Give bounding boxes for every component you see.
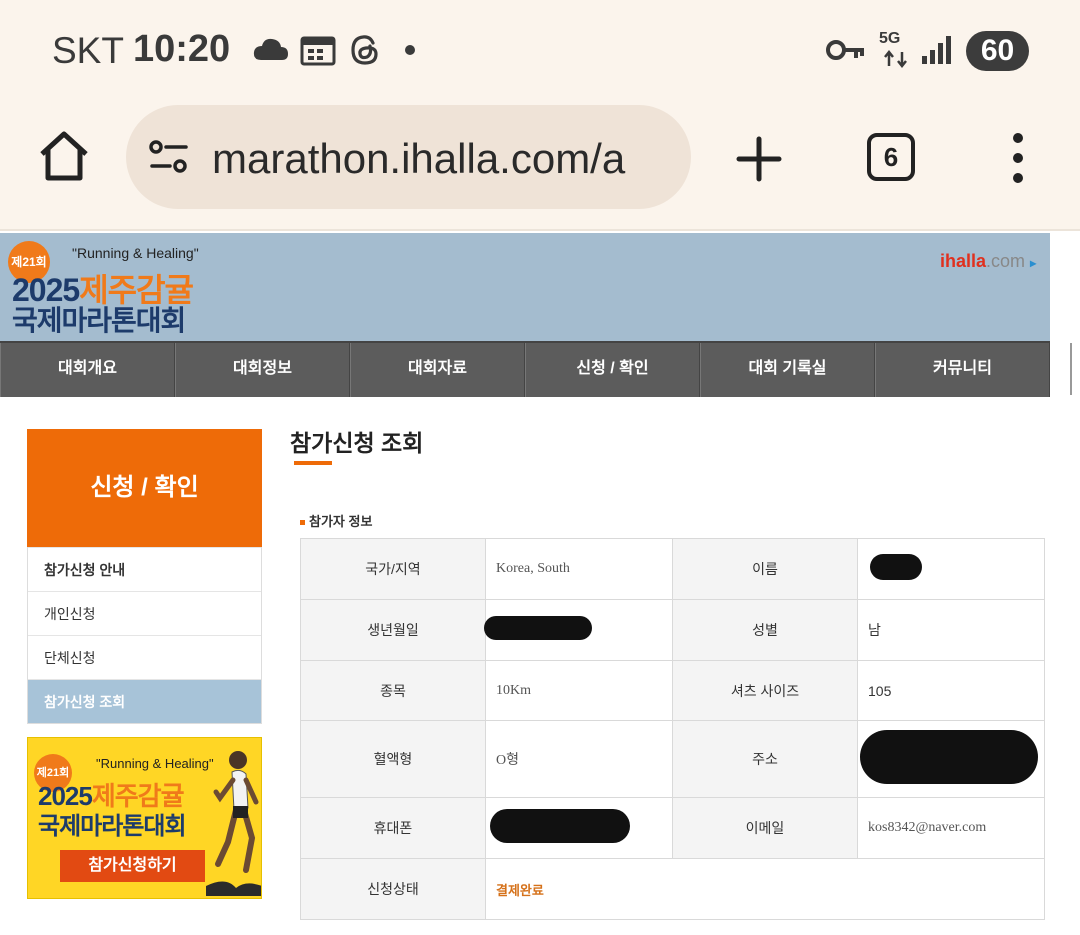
table-row: 혈액형 O형 주소 [300,720,1045,798]
page-title: 참가신청 조회 [290,430,424,456]
address-value [857,720,1045,798]
table-row: 휴대폰 이메일 kos8342@naver.com [300,797,1045,859]
title-underline [294,461,332,465]
apply-button[interactable]: 참가신청하기 [60,850,205,882]
logo-title-line2: 국제마라톤대회 [12,305,186,336]
gender-value: 남 [857,599,1045,661]
sidebar-item-group[interactable]: 단체신청 [28,635,261,679]
name-label: 이름 [672,538,858,600]
table-row: 종목 10Km 셔츠 사이즈 105 [300,660,1045,721]
site-header: 제21회 "Running & Healing" 2025제주감귤 국제마라톤대… [0,233,1050,341]
section-label: 참가자 정보 [300,511,372,530]
status-bar: SKT 10:20 5G 60 [0,0,1080,100]
nav-item-records[interactable]: 대회 기록실 [700,343,875,397]
email-label: 이메일 [672,797,858,859]
nav-item-overview[interactable]: 대회개요 [0,343,175,397]
promo-title-line2: 국제마라톤대회 [38,813,187,840]
home-icon[interactable] [36,128,92,184]
sidebar-item-guide[interactable]: 참가신청 안내 [28,547,261,591]
redaction-mark [490,808,630,843]
country-value: Korea, South [485,538,673,600]
main-nav: 대회개요 대회정보 대회자료 신청 / 확인 대회 기록실 커뮤니티 [0,341,1050,397]
network-type: 5G [879,30,901,47]
site-settings-icon[interactable] [148,139,190,175]
data-arrows-icon [884,50,907,68]
nav-item-registration[interactable]: 신청 / 확인 [525,343,700,397]
address-label: 주소 [672,720,858,798]
promo-slogan: "Running & Healing" [96,756,214,771]
shirt-value: 105 [857,660,1045,721]
carrier-label: SKT [52,30,124,71]
nav-item-community[interactable]: 커뮤니티 [875,343,1050,397]
table-row: 생년월일 성별 남 [300,599,1045,661]
event-label: 종목 [300,660,486,721]
birth-label: 생년월일 [300,599,486,661]
name-value [857,538,1045,600]
sidebar-item-lookup[interactable]: 참가신청 조회 [28,679,261,723]
ihalla-link[interactable]: ihalla.com ▸ [940,251,1036,272]
country-label: 국가/지역 [300,538,486,600]
site-logo[interactable]: 제21회 "Running & Healing" 2025제주감귤 국제마라톤대… [4,237,214,337]
nav-item-materials[interactable]: 대회자료 [350,343,525,397]
horizontal-scroll-indicator [1070,343,1072,395]
redaction-mark [870,553,922,580]
status-value: 결제완료 [485,858,1045,920]
gender-label: 성별 [672,599,858,661]
battery-indicator: 60 [966,31,1029,71]
calendar-icon [300,36,336,66]
blood-value: O형 [485,720,673,798]
event-value: 10Km [485,660,673,721]
signal-icon [922,36,951,64]
nav-item-info[interactable]: 대회정보 [175,343,350,397]
tab-switcher-button[interactable]: 6 [867,133,915,181]
phone-value [485,797,673,859]
email-value: kos8342@naver.com [857,797,1045,859]
url-text[interactable]: marathon.ihalla.com/a [212,135,625,183]
logo-slogan: "Running & Healing" [72,245,199,261]
runner-illustration [206,751,261,896]
shirt-label: 셔츠 사이즈 [672,660,858,721]
promo-banner[interactable]: 제21회 "Running & Healing" 2025제주감귤 국제마라톤대… [27,737,262,899]
table-row: 국가/지역 Korea, South 이름 [300,538,1045,600]
more-menu-icon[interactable] [1006,130,1030,186]
phone-label: 휴대폰 [300,797,486,859]
participant-info-table: 국가/지역 Korea, South 이름 생년월일 성별 남 종목 10Km … [300,538,1045,920]
address-bar[interactable]: marathon.ihalla.com/a [126,105,691,209]
birth-value [484,599,673,661]
sidebar-item-individual[interactable]: 개인신청 [28,591,261,635]
redaction-mark [860,729,1038,784]
redaction-mark [484,615,592,640]
table-row: 신청상태 결제완료 [300,858,1045,920]
cloud-icon [253,38,288,60]
key-icon [826,40,864,60]
new-tab-icon[interactable] [736,136,782,182]
status-label: 신청상태 [300,858,486,920]
browser-toolbar: marathon.ihalla.com/a 6 [0,100,1080,231]
sidebar-menu: 참가신청 안내 개인신청 단체신청 참가신청 조회 [27,547,262,724]
clock: 10:20 [133,28,231,70]
dot-icon [405,45,415,55]
sidebar-heading: 신청 / 확인 [27,429,262,547]
threads-icon [351,35,378,65]
blood-label: 혈액형 [300,720,486,798]
